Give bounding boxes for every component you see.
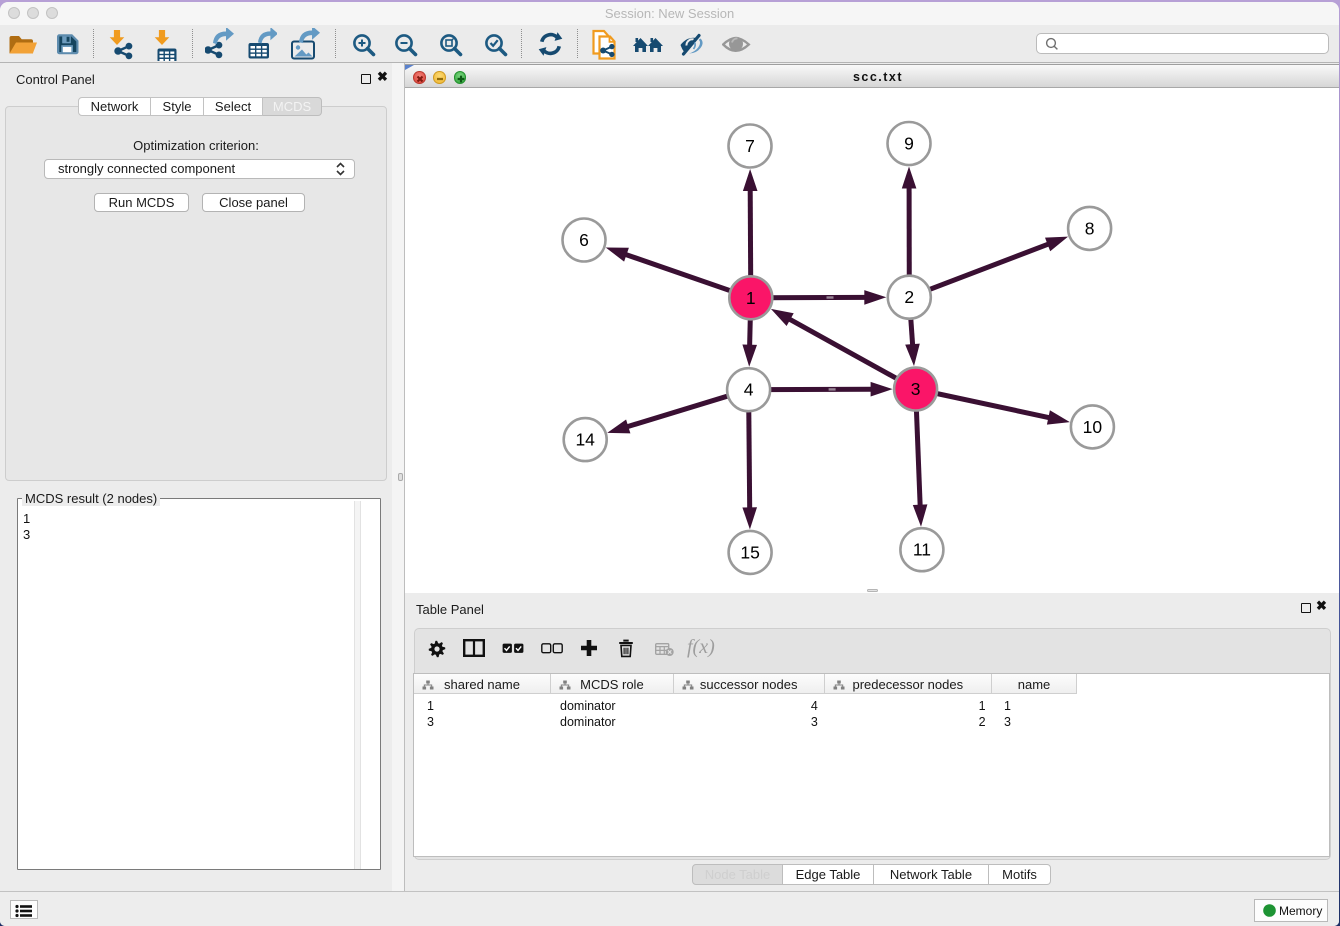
svg-text:7: 7	[745, 136, 755, 156]
svg-text:6: 6	[579, 230, 589, 250]
svg-text:11: 11	[913, 540, 931, 560]
svg-text:9: 9	[904, 134, 914, 154]
svg-text:1: 1	[746, 288, 756, 308]
svg-text:2: 2	[904, 287, 914, 307]
svg-text:10: 10	[1083, 417, 1103, 437]
svg-text:8: 8	[1085, 218, 1095, 238]
svg-text:4: 4	[744, 380, 754, 400]
svg-text:3: 3	[911, 379, 921, 399]
svg-text:15: 15	[740, 542, 759, 562]
svg-text:14: 14	[575, 430, 595, 450]
